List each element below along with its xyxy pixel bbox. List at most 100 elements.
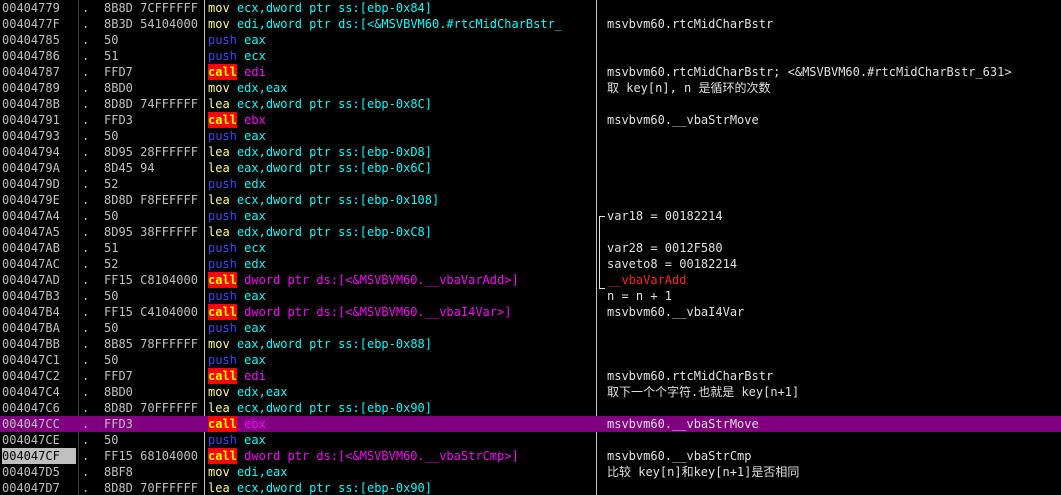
- disassembly-cell[interactable]: push edx: [208, 256, 594, 272]
- instruction-row[interactable]: 004047CF. FF15 68104000 call dword ptr ds:…: [0, 448, 1061, 464]
- instruction-row[interactable]: 0040479E. 8D8D F8FEFFFF lea ecx,dword ptr …: [0, 192, 1061, 208]
- address-cell[interactable]: 00404786: [2, 48, 76, 64]
- address-cell[interactable]: 0040479D: [2, 176, 76, 192]
- hex-bytes-cell[interactable]: 51: [104, 240, 204, 256]
- address-cell[interactable]: 004047C4: [2, 384, 76, 400]
- comment-cell[interactable]: [607, 96, 1061, 112]
- comment-cell[interactable]: [607, 224, 1061, 240]
- comment-cell[interactable]: [607, 432, 1061, 448]
- instruction-row[interactable]: 004047BB. 8B85 78FFFFFF mov eax,dword ptr …: [0, 336, 1061, 352]
- hex-bytes-cell[interactable]: 50: [104, 128, 204, 144]
- comment-cell[interactable]: [607, 192, 1061, 208]
- disassembly-cell[interactable]: call dword ptr ds:[<&MSVBVM60.__vbaStrCm…: [208, 448, 594, 464]
- disassembly-cell[interactable]: push edx: [208, 176, 594, 192]
- disassembly-cell[interactable]: push eax: [208, 320, 594, 336]
- instruction-row[interactable]: 0040477F. 8B3D 54104000 mov edi,dword ptr …: [0, 16, 1061, 32]
- hex-bytes-cell[interactable]: 8D8D 70FFFFFF: [104, 400, 204, 416]
- address-cell[interactable]: 0040479A: [2, 160, 76, 176]
- address-cell[interactable]: 004047CC: [2, 416, 76, 432]
- disassembly-cell[interactable]: push eax: [208, 288, 594, 304]
- disassembly-pane[interactable]: 00404779. 8B8D 7CFFFFFF mov ecx,dword ptr …: [0, 0, 1061, 495]
- disassembly-cell[interactable]: mov edx,eax: [208, 384, 594, 400]
- instruction-row[interactable]: 00404793. 50 push eax: [0, 128, 1061, 144]
- hex-bytes-cell[interactable]: FFD3: [104, 416, 204, 432]
- disassembly-cell[interactable]: lea ecx,dword ptr ss:[ebp-0x108]: [208, 192, 594, 208]
- address-cell[interactable]: 004047B3: [2, 288, 76, 304]
- instruction-row[interactable]: 004047C6. 8D8D 70FFFFFF lea ecx,dword ptr …: [0, 400, 1061, 416]
- disassembly-cell[interactable]: push eax: [208, 128, 594, 144]
- address-cell[interactable]: 004047AD: [2, 272, 76, 288]
- comment-cell[interactable]: msvbvm60.rtcMidCharBstr: [607, 16, 1061, 32]
- hex-bytes-cell[interactable]: 8B8D 7CFFFFFF: [104, 0, 204, 16]
- comment-cell[interactable]: msvbvm60.__vbaStrMove: [607, 112, 1061, 128]
- address-cell[interactable]: 00404785: [2, 32, 76, 48]
- disassembly-cell[interactable]: push eax: [208, 208, 594, 224]
- hex-bytes-cell[interactable]: 50: [104, 320, 204, 336]
- instruction-row[interactable]: 004047D5. 8BF8 mov edi,eax 比较 key[n]和key[n+…: [0, 464, 1061, 480]
- disassembly-cell[interactable]: push eax: [208, 32, 594, 48]
- hex-bytes-cell[interactable]: 50: [104, 432, 204, 448]
- comment-cell[interactable]: [607, 128, 1061, 144]
- comment-cell[interactable]: [607, 176, 1061, 192]
- hex-bytes-cell[interactable]: FFD7: [104, 368, 204, 384]
- hex-bytes-cell[interactable]: 50: [104, 352, 204, 368]
- address-cell[interactable]: 00404794: [2, 144, 76, 160]
- disassembly-cell[interactable]: call ebx: [208, 416, 594, 432]
- instruction-row[interactable]: 004047C1. 50 push eax: [0, 352, 1061, 368]
- hex-bytes-cell[interactable]: 50: [104, 288, 204, 304]
- hex-bytes-cell[interactable]: 52: [104, 256, 204, 272]
- address-cell[interactable]: 004047C2: [2, 368, 76, 384]
- address-cell[interactable]: 004047C1: [2, 352, 76, 368]
- comment-cell[interactable]: [607, 48, 1061, 64]
- comment-cell[interactable]: [607, 0, 1061, 16]
- disassembly-cell[interactable]: push ecx: [208, 48, 594, 64]
- instruction-row[interactable]: 004047CC. FFD3 call ebx msvbvm60.__vbaStrMo…: [0, 416, 1061, 432]
- hex-bytes-cell[interactable]: FF15 68104000: [104, 448, 204, 464]
- instruction-row[interactable]: 004047B3. 50 push eax n = n + 1: [0, 288, 1061, 304]
- hex-bytes-cell[interactable]: 8D8D 70FFFFFF: [104, 480, 204, 495]
- instruction-row[interactable]: 00404789. 8BD0 mov edx,eax 取 key[n], n 是循环的…: [0, 80, 1061, 96]
- disassembly-cell[interactable]: call edi: [208, 64, 594, 80]
- address-cell[interactable]: 0040477F: [2, 16, 76, 32]
- address-cell[interactable]: 004047D5: [2, 464, 76, 480]
- instruction-row[interactable]: 00404791. FFD3 call ebx msvbvm60.__vbaStrMo…: [0, 112, 1061, 128]
- hex-bytes-cell[interactable]: FFD3: [104, 112, 204, 128]
- hex-bytes-cell[interactable]: FF15 C8104000: [104, 272, 204, 288]
- address-cell[interactable]: 004047BA: [2, 320, 76, 336]
- disassembly-cell[interactable]: push eax: [208, 432, 594, 448]
- comment-cell[interactable]: [607, 144, 1061, 160]
- address-cell[interactable]: 004047A4: [2, 208, 76, 224]
- hex-bytes-cell[interactable]: 8BD0: [104, 384, 204, 400]
- disassembly-cell[interactable]: call edi: [208, 368, 594, 384]
- instruction-row[interactable]: 0040478B. 8D8D 74FFFFFF lea ecx,dword ptr …: [0, 96, 1061, 112]
- comment-cell[interactable]: n = n + 1: [607, 288, 1061, 304]
- disassembly-cell[interactable]: lea ecx,dword ptr ss:[ebp-0x90]: [208, 400, 594, 416]
- instruction-row[interactable]: 004047C4. 8BD0 mov edx,eax 取下一个个字符.也就是 key[…: [0, 384, 1061, 400]
- comment-cell[interactable]: msvbvm60.__vbaI4Var: [607, 304, 1061, 320]
- hex-bytes-cell[interactable]: FF15 C4104000: [104, 304, 204, 320]
- hex-bytes-cell[interactable]: 50: [104, 208, 204, 224]
- instruction-row[interactable]: 004047BA. 50 push eax: [0, 320, 1061, 336]
- comment-cell[interactable]: [607, 160, 1061, 176]
- comment-cell[interactable]: [607, 320, 1061, 336]
- address-cell[interactable]: 00404779: [2, 0, 76, 16]
- address-cell[interactable]: 0040479E: [2, 192, 76, 208]
- instruction-row[interactable]: 0040479D. 52 push edx: [0, 176, 1061, 192]
- comment-cell[interactable]: 取 key[n], n 是循环的次数: [607, 80, 1061, 96]
- disassembly-cell[interactable]: mov edi,eax: [208, 464, 594, 480]
- comment-cell[interactable]: __vbaVarAdd: [607, 272, 1061, 288]
- hex-bytes-cell[interactable]: 8BF8: [104, 464, 204, 480]
- instruction-row[interactable]: 00404794. 8D95 28FFFFFF lea edx,dword ptr …: [0, 144, 1061, 160]
- instruction-row[interactable]: 004047A5. 8D95 38FFFFFF lea edx,dword ptr …: [0, 224, 1061, 240]
- address-cell[interactable]: 004047A5: [2, 224, 76, 240]
- disassembly-cell[interactable]: push eax: [208, 352, 594, 368]
- hex-bytes-cell[interactable]: 8D8D F8FEFFFF: [104, 192, 204, 208]
- address-cell[interactable]: 004047CF: [2, 448, 76, 464]
- address-cell[interactable]: 0040478B: [2, 96, 76, 112]
- disassembly-cell[interactable]: lea edx,dword ptr ss:[ebp-0xD8]: [208, 144, 594, 160]
- comment-cell[interactable]: msvbvm60.rtcMidCharBstr: [607, 368, 1061, 384]
- instruction-row[interactable]: 004047CE. 50 push eax: [0, 432, 1061, 448]
- comment-cell[interactable]: [607, 480, 1061, 495]
- address-cell[interactable]: 00404793: [2, 128, 76, 144]
- hex-bytes-cell[interactable]: 8D95 38FFFFFF: [104, 224, 204, 240]
